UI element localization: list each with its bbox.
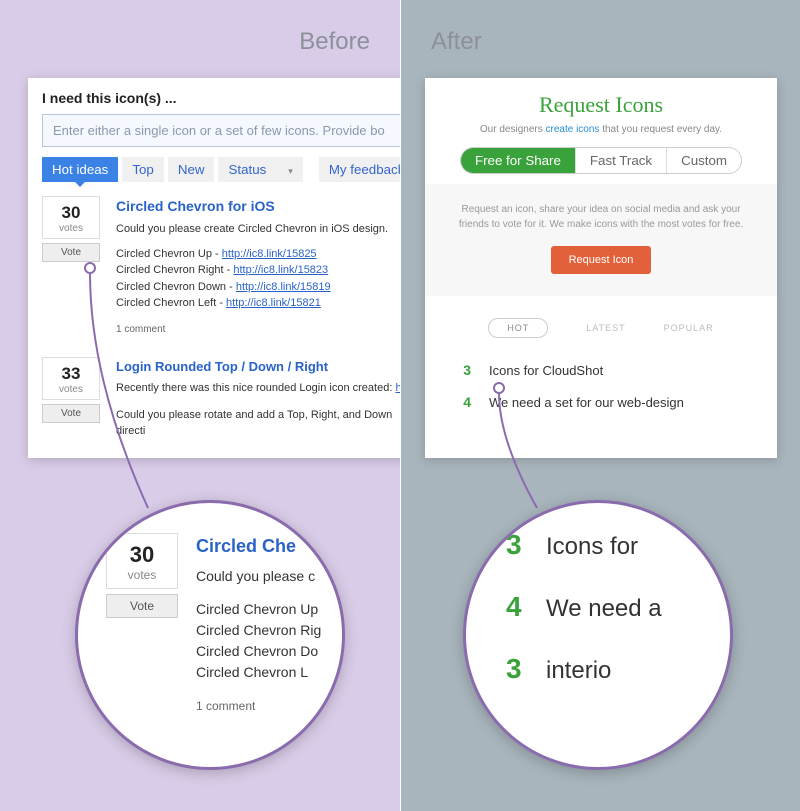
after-subtitle: Our designers create icons that you requ…	[435, 124, 767, 135]
idea-links: Circled Chevron Up - http://ic8.link/158…	[116, 246, 388, 312]
zoom-line: Circled Chevron Up	[196, 599, 321, 620]
vote-word: votes	[43, 384, 99, 395]
after-card: Request Icons Our designers create icons…	[425, 78, 777, 458]
zoom-list-num: 4	[506, 591, 546, 623]
zoom-list-num: 3	[506, 529, 546, 561]
zoom-list-item[interactable]: 4 We need a	[506, 591, 733, 623]
idea-link[interactable]: http://ic8.link/15823	[233, 264, 328, 276]
before-heading: I need this icon(s) ...	[42, 90, 424, 106]
after-label: After	[431, 28, 482, 56]
idea-title[interactable]: Login Rounded Top / Down / Right	[116, 357, 424, 377]
zoom-after: 3 Icons for 4 We need a 3 interio	[463, 500, 733, 770]
zoom-comment[interactable]: 1 comment	[196, 697, 321, 715]
vote-box: 30 votes Vote	[42, 196, 100, 337]
pill-fast-track[interactable]: Fast Track	[575, 148, 666, 173]
vote-word: votes	[43, 223, 99, 234]
zoom-list-item[interactable]: 3 Icons for	[506, 529, 733, 561]
zoom-idea-desc: Could you please c	[196, 566, 321, 587]
vote-box: 33 votes Vote	[42, 357, 100, 440]
after-tabs: HOT LATEST POPULAR	[425, 296, 777, 354]
idea-title[interactable]: Circled Chevron for iOS	[116, 196, 388, 217]
tab-new[interactable]: New	[168, 157, 215, 182]
zoom-line: Circled Chevron L	[196, 662, 321, 683]
idea-comment[interactable]: 1 comment	[116, 322, 388, 337]
list-item[interactable]: 4 We need a set for our web-design	[445, 386, 757, 418]
idea-link[interactable]: http://ic8.link/15821	[226, 297, 321, 309]
vote-count: 30	[43, 203, 99, 223]
zoom-before: 30 votes Vote Circled Che Could you plea…	[75, 500, 345, 770]
pill-custom[interactable]: Custom	[666, 148, 741, 173]
idea-desc: Recently there was this nice rounded Log…	[116, 380, 424, 397]
zoom-idea-title[interactable]: Circled Che	[196, 533, 321, 560]
idea-desc: Could you please create Circled Chevron …	[116, 221, 388, 238]
after-list: 3 Icons for CloudShot 4 We need a set fo…	[425, 354, 777, 418]
tab-hot[interactable]: HOT	[488, 318, 548, 338]
zoom-list-text: Icons for	[546, 533, 638, 561]
before-input[interactable]: Enter either a single icon or a set of f…	[42, 114, 424, 147]
vote-button[interactable]: Vote	[42, 243, 100, 262]
list-text: We need a set for our web-design	[489, 395, 684, 410]
zoom-list-item[interactable]: 3 interio	[506, 653, 733, 685]
list-item[interactable]: 3 Icons for CloudShot	[445, 354, 757, 386]
idea-desc2: Could you please rotate and add a Top, R…	[116, 407, 424, 440]
zoom-vote-word: votes	[107, 568, 177, 582]
after-middle: Request an icon, share your idea on soci…	[425, 184, 777, 296]
idea-link[interactable]: http://ic8.link/15825	[222, 248, 317, 260]
before-card: I need this icon(s) ... Enter either a s…	[28, 78, 438, 458]
zoom-list-num: 3	[506, 653, 546, 685]
create-icons-link[interactable]: create icons	[546, 124, 600, 135]
before-label: Before	[299, 28, 370, 56]
tab-hot-ideas[interactable]: Hot ideas	[42, 157, 118, 182]
list-num: 3	[445, 362, 489, 378]
pill-free[interactable]: Free for Share	[461, 148, 575, 173]
idea-row: 33 votes Vote Login Rounded Top / Down /…	[42, 357, 424, 440]
vote-count: 33	[43, 364, 99, 384]
request-icon-button[interactable]: Request Icon	[551, 246, 652, 274]
after-pane: After Request Icons Our designers create…	[400, 0, 800, 811]
pill-tabs: Free for Share Fast Track Custom	[460, 147, 742, 174]
before-pane: Before I need this icon(s) ... Enter eit…	[0, 0, 400, 811]
tab-latest[interactable]: LATEST	[586, 318, 625, 338]
after-middle-text: Request an icon, share your idea on soci…	[455, 202, 747, 232]
idea-link[interactable]: http://ic8.link/15819	[236, 281, 331, 293]
tab-popular[interactable]: POPULAR	[664, 318, 714, 338]
zoom-line: Circled Chevron Do	[196, 641, 321, 662]
vote-button[interactable]: Vote	[42, 404, 100, 423]
zoom-line: Circled Chevron Rig	[196, 620, 321, 641]
list-text: Icons for CloudShot	[489, 363, 603, 378]
zoom-vote-button[interactable]: Vote	[106, 594, 178, 618]
idea-row: 30 votes Vote Circled Chevron for iOS Co…	[42, 196, 424, 337]
tab-top[interactable]: Top	[122, 157, 164, 182]
zoom-list-text: interio	[546, 657, 611, 685]
tab-status[interactable]: Status	[218, 157, 302, 182]
zoom-vote-count: 30	[107, 542, 177, 568]
list-num: 4	[445, 394, 489, 410]
after-title: Request Icons	[435, 92, 767, 118]
before-tabs: Hot ideas Top New Status My feedback	[42, 157, 424, 182]
zoom-list-text: We need a	[546, 595, 662, 623]
